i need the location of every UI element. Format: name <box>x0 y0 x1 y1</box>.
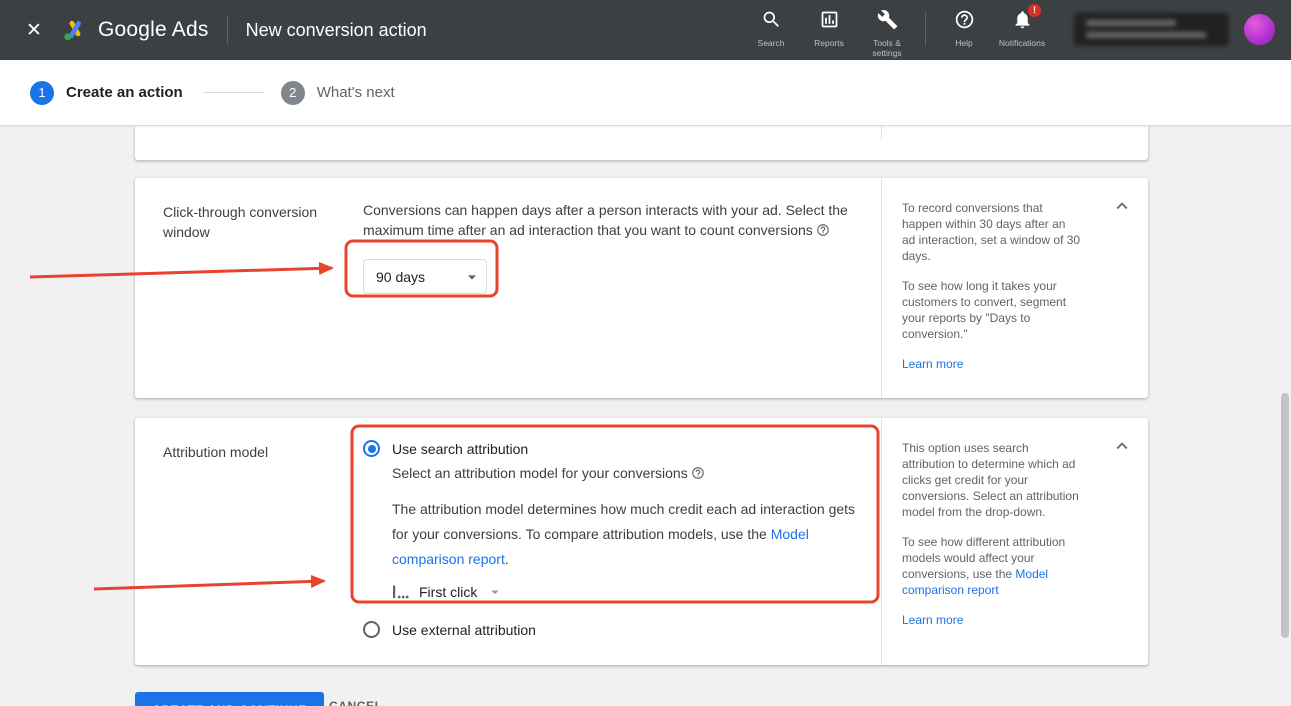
close-icon[interactable]: ✕ <box>20 19 48 42</box>
help-label: Help <box>955 38 972 48</box>
brand-name: Google Ads <box>98 18 209 42</box>
cancel-button[interactable]: CANCEL <box>329 699 383 706</box>
search-icon <box>761 9 782 35</box>
step-1-label: Create an action <box>66 84 183 101</box>
conversion-window-value: 90 days <box>376 269 425 285</box>
click-window-help-panel: To record conversions that happen within… <box>881 178 1148 398</box>
step-1-circle: 1 <box>30 81 54 105</box>
attribution-help-panel: This option uses search attribution to d… <box>881 418 1148 665</box>
radio-label[interactable]: Use external attribution <box>392 622 536 638</box>
help-tooltip-icon[interactable] <box>816 222 830 242</box>
help-paragraph: This option uses search attribution to d… <box>902 440 1082 520</box>
scrollbar-thumb[interactable] <box>1281 393 1289 638</box>
top-nav: Search Reports Tools & settings Help <box>742 9 1051 58</box>
attribution-main: Use search attribution Select an attribu… <box>363 418 881 665</box>
radio-selected-icon[interactable] <box>363 440 380 457</box>
notification-badge: ! <box>1028 4 1041 17</box>
chevron-up-icon <box>1111 435 1133 457</box>
section-label: Click-through conversion window <box>135 178 363 398</box>
search-button[interactable]: Search <box>742 9 800 48</box>
brand: Google Ads <box>62 18 209 42</box>
click-through-conversion-window-card: Click-through conversion window Conversi… <box>135 178 1148 398</box>
help-paragraph: To see how different attribution models … <box>902 534 1082 598</box>
nav-divider <box>925 12 926 46</box>
google-ads-new-conversion-action-screen: ✕ Google Ads New conversion action Searc… <box>0 0 1291 706</box>
account-avatar[interactable] <box>1244 14 1275 45</box>
chevron-up-icon <box>1111 195 1133 217</box>
radio-label[interactable]: Use search attribution <box>392 441 528 457</box>
chevron-down-icon <box>486 583 504 601</box>
attribution-sub-line: Select an attribution model for your con… <box>392 465 857 483</box>
conversion-window-dropdown[interactable]: 90 days <box>363 259 487 294</box>
google-ads-logo-icon <box>62 18 88 42</box>
use-search-attribution-option[interactable]: Use search attribution <box>363 440 857 457</box>
step-2-label: What's next <box>317 84 395 101</box>
help-paragraph: To record conversions that happen within… <box>902 200 1082 264</box>
tools-settings-button[interactable]: Tools & settings <box>858 9 916 58</box>
attribution-model-value: First click <box>419 584 477 600</box>
page-title: New conversion action <box>246 20 427 41</box>
radio-unselected-icon[interactable] <box>363 621 380 638</box>
step-2-circle: 2 <box>281 81 305 105</box>
wrench-icon <box>877 9 898 35</box>
previous-section-card-partial <box>135 126 1148 160</box>
top-app-bar: ✕ Google Ads New conversion action Searc… <box>0 0 1291 60</box>
use-external-attribution-option[interactable]: Use external attribution <box>363 621 857 638</box>
notifications-button[interactable]: ! Notifications <box>993 9 1051 48</box>
collapse-section-button[interactable] <box>1110 194 1134 218</box>
attribution-description: The attribution model determines how muc… <box>392 497 857 572</box>
collapse-section-button[interactable] <box>1110 434 1134 458</box>
help-button[interactable]: Help <box>935 9 993 48</box>
reports-label: Reports <box>814 38 844 48</box>
attribution-model-icon <box>392 584 410 600</box>
attribution-model-card: Attribution model Use search attribution… <box>135 418 1148 665</box>
notifications-label: Notifications <box>999 38 1045 48</box>
step-connector <box>203 92 265 93</box>
create-and-continue-button[interactable]: CREATE AND CONTINUE <box>135 692 324 706</box>
learn-more-link[interactable]: Learn more <box>902 357 963 371</box>
search-label: Search <box>758 38 785 48</box>
tools-settings-label: Tools & settings <box>861 38 913 58</box>
help-tooltip-icon[interactable] <box>691 466 705 483</box>
help-circle-icon <box>954 9 975 35</box>
redacted-account-info[interactable] <box>1074 13 1229 46</box>
reports-button[interactable]: Reports <box>800 9 858 48</box>
click-window-main: Conversions can happen days after a pers… <box>363 178 881 398</box>
help-paragraph: To see how long it takes your customers … <box>902 278 1082 342</box>
reports-icon <box>819 9 840 35</box>
title-divider <box>227 16 228 44</box>
stepper: 1 Create an action 2 What's next <box>0 60 1291 126</box>
section-label: Attribution model <box>135 418 363 665</box>
learn-more-link[interactable]: Learn more <box>902 613 963 627</box>
card-column-divider <box>881 126 882 140</box>
attribution-model-dropdown[interactable]: First click <box>392 583 504 601</box>
chevron-down-icon <box>462 267 482 287</box>
click-window-description: Conversions can happen days after a pers… <box>363 200 857 242</box>
